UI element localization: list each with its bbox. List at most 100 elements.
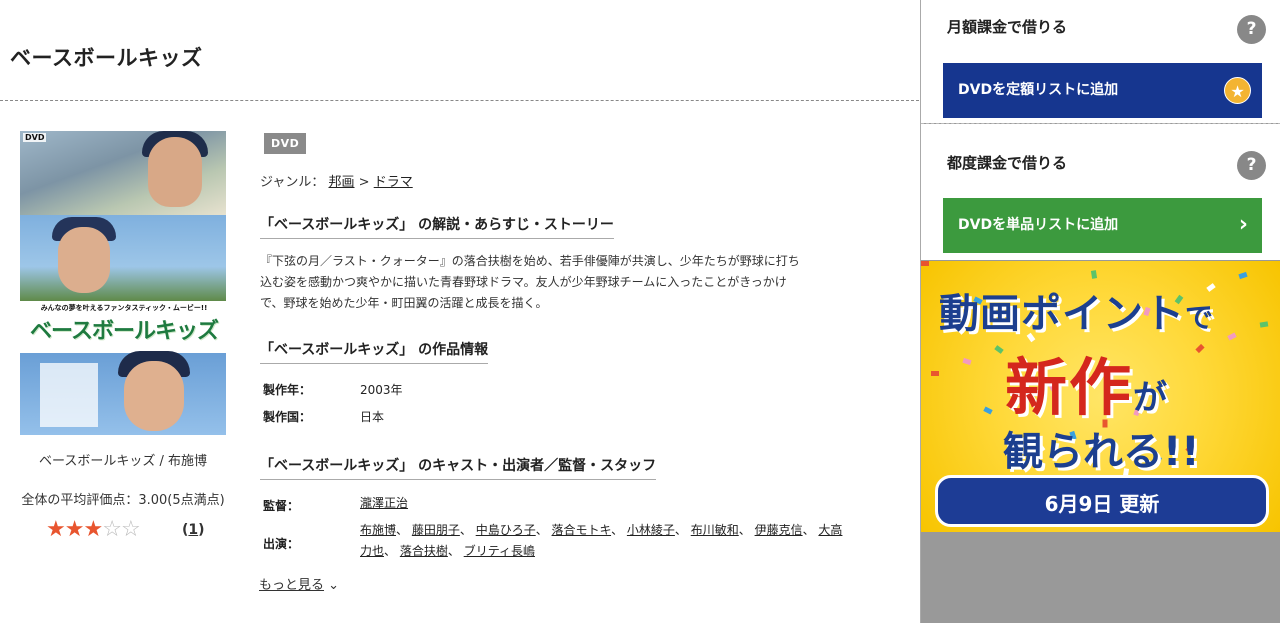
add-to-single-list-button[interactable]: DVDを単品リストに追加 › [943, 198, 1262, 253]
star-rating: ★★★☆☆ [46, 517, 141, 542]
genre-breadcrumb: ジャンル： 邦画 > ドラマ [260, 171, 413, 190]
banner-line-2-particle: が [1133, 378, 1170, 418]
chevron-right-icon: › [1238, 212, 1248, 237]
confetti-decoration [994, 345, 1004, 354]
review-count-value: 1 [188, 522, 199, 538]
dvd-cover-image[interactable]: DVD みんなの夢を叶えるファンタスティック・ムービー!! ベースボールキッズ [20, 131, 226, 435]
synopsis-line: で、野球を始めた少年・町田翼の活躍と成長を描く。 [260, 296, 548, 310]
star-filled-icon: ★ [64, 517, 85, 542]
director-link[interactable]: 瀧澤正治 [360, 496, 408, 510]
confetti-decoration [931, 371, 939, 376]
cover-tagline: みんなの夢を叶えるファンタスティック・ムービー!! [40, 304, 208, 312]
cast-link[interactable]: 落合モトキ [552, 523, 612, 537]
cover-logo: ベースボールキッズ [30, 319, 219, 344]
cast-link[interactable]: 布川敏和 [691, 523, 739, 537]
confetti-decoration [1227, 332, 1237, 341]
banner-line-2-main: 新作 [1005, 351, 1134, 424]
confetti-decoration [983, 406, 993, 415]
main-content: ベースボールキッズ DVD みんなの夢を叶えるファンタスティック・ムービー!! … [0, 0, 919, 623]
star-icon: ★ [1224, 77, 1251, 104]
cast-link[interactable]: 藤田朋子 [412, 523, 460, 537]
cast-link[interactable]: 落合扶樹 [400, 544, 448, 558]
review-count-link[interactable]: (1) [182, 522, 205, 538]
banner-update-date: 6月9日 更新 [935, 475, 1269, 527]
show-more-link[interactable]: もっと見る [259, 578, 324, 593]
cast-separator: 、 [384, 544, 400, 558]
info-label: 製作国： [263, 410, 312, 424]
cast-list: 布施博、 藤田朋子、 中島ひろ子、 落合モトキ、 小林綾子、 布川敏和、 伊藤克… [360, 520, 852, 562]
synopsis-heading: 「ベースボールキッズ」 の解説・あらすじ・ストーリー [260, 214, 614, 239]
synopsis-line: 込む姿を感動かつ爽やかに描いた青春野球ドラマ。友人が少年野球チームに入ったことが… [260, 275, 787, 289]
work-info-heading: 「ベースボールキッズ」 の作品情報 [260, 339, 489, 364]
chevron-down-icon: ⌄ [328, 578, 340, 593]
cast-label: 出演： [263, 537, 300, 551]
genre-label: ジャンル： [260, 175, 325, 190]
point-campaign-banner[interactable]: 動画ポイントで 新作が 観られる!! 6月9日 更新 [921, 261, 1280, 532]
confetti-decoration [1090, 270, 1098, 279]
star-empty-icon: ☆ [102, 517, 122, 542]
review-count-close: ) [198, 522, 205, 538]
confetti-decoration [921, 261, 929, 266]
cover-face-2 [58, 227, 110, 293]
confetti-decoration [1238, 271, 1248, 280]
confetti-decoration [1259, 321, 1269, 328]
cast-separator: 、 [674, 523, 691, 537]
genre-separator: > [358, 175, 370, 190]
genre-link-drama[interactable]: ドラマ [374, 175, 413, 190]
cast-separator: 、 [447, 544, 464, 558]
monthly-rental-box: 月額課金で借りる ? DVDを定額リストに追加 ★ [921, 0, 1280, 123]
cover-face-3 [124, 361, 184, 431]
banner-line-3: 観られる!! [1003, 429, 1200, 475]
banner-line-2: 新作が [1005, 337, 1169, 427]
director-label: 監督： [263, 499, 300, 513]
banner-line-1: 動画ポイントで [939, 281, 1214, 339]
cast-link[interactable]: ブリティ長嶋 [464, 544, 535, 558]
cast-separator: 、 [396, 523, 412, 537]
info-value: 日本 [360, 410, 385, 424]
star-empty-icon: ☆ [120, 517, 141, 542]
cover-caption: ベースボールキッズ / 布施博 [39, 454, 207, 469]
cast-link[interactable]: 布施博 [360, 523, 396, 537]
per-rental-box: 都度課金で借りる ? DVDを単品リストに追加 › [921, 124, 1280, 260]
sidebar: 月額課金で借りる ? DVDを定額リストに追加 ★ 都度課金で借りる ? DVD… [920, 0, 1280, 623]
credits-heading: 「ベースボールキッズ」 のキャスト・出演者／監督・スタッフ [260, 455, 657, 480]
add-to-monthly-list-button[interactable]: DVDを定額リストに追加 ★ [943, 63, 1262, 118]
star-filled-icon: ★ [83, 517, 103, 542]
format-badge: DVD [264, 133, 307, 154]
star-filled-icon: ★ [46, 517, 66, 542]
info-row-country: 製作国： 日本 [263, 408, 384, 425]
add-to-single-list-label: DVDを単品リストに追加 [958, 217, 1119, 233]
cover-face-1 [148, 137, 202, 207]
per-rental-heading: 都度課金で借りる [947, 154, 1068, 172]
info-label: 製作年： [263, 383, 312, 397]
info-value: 2003年 [360, 383, 403, 397]
banner-line-1-main: 動画ポイント [939, 291, 1185, 337]
cast-separator: 、 [459, 523, 476, 537]
help-icon[interactable]: ? [1237, 15, 1266, 44]
cast-link[interactable]: 小林綾子 [627, 523, 675, 537]
monthly-heading: 月額課金で借りる [947, 18, 1068, 36]
cover-panel-middle [20, 215, 226, 301]
banner-line-1-particle: で [1185, 301, 1215, 334]
confetti-decoration [962, 357, 972, 366]
title-divider [0, 100, 919, 101]
page-title: ベースボールキッズ [10, 46, 203, 70]
cast-separator: 、 [738, 523, 755, 537]
cast-link[interactable]: 伊藤克信 [755, 523, 803, 537]
cast-separator: 、 [802, 523, 819, 537]
average-rating-text: 全体の平均評価点：3.00(5点満点) [21, 493, 225, 508]
confetti-decoration [1195, 343, 1205, 354]
director-value: 瀧澤正治 [360, 493, 852, 514]
cast-separator: 、 [611, 523, 627, 537]
add-to-monthly-list-label: DVDを定額リストに追加 [958, 82, 1119, 98]
show-more[interactable]: もっと見る ⌄ [259, 574, 339, 593]
cast-link[interactable]: 中島ひろ子 [476, 523, 536, 537]
synopsis-text: 『下弦の月／ラスト・クォーター』の落合扶樹を始め、若手俳優陣が共演し、少年たちが… [260, 251, 852, 314]
cast-separator: 、 [535, 523, 552, 537]
cover-blurb [40, 363, 98, 427]
help-icon[interactable]: ? [1237, 151, 1266, 180]
genre-link-hougaku[interactable]: 邦画 [329, 175, 355, 190]
synopsis-line: 『下弦の月／ラスト・クォーター』の落合扶樹を始め、若手俳優陣が共演し、少年たちが… [260, 254, 800, 268]
cover-dvd-logo: DVD [23, 133, 47, 142]
info-row-year: 製作年： 2003年 [263, 381, 403, 398]
